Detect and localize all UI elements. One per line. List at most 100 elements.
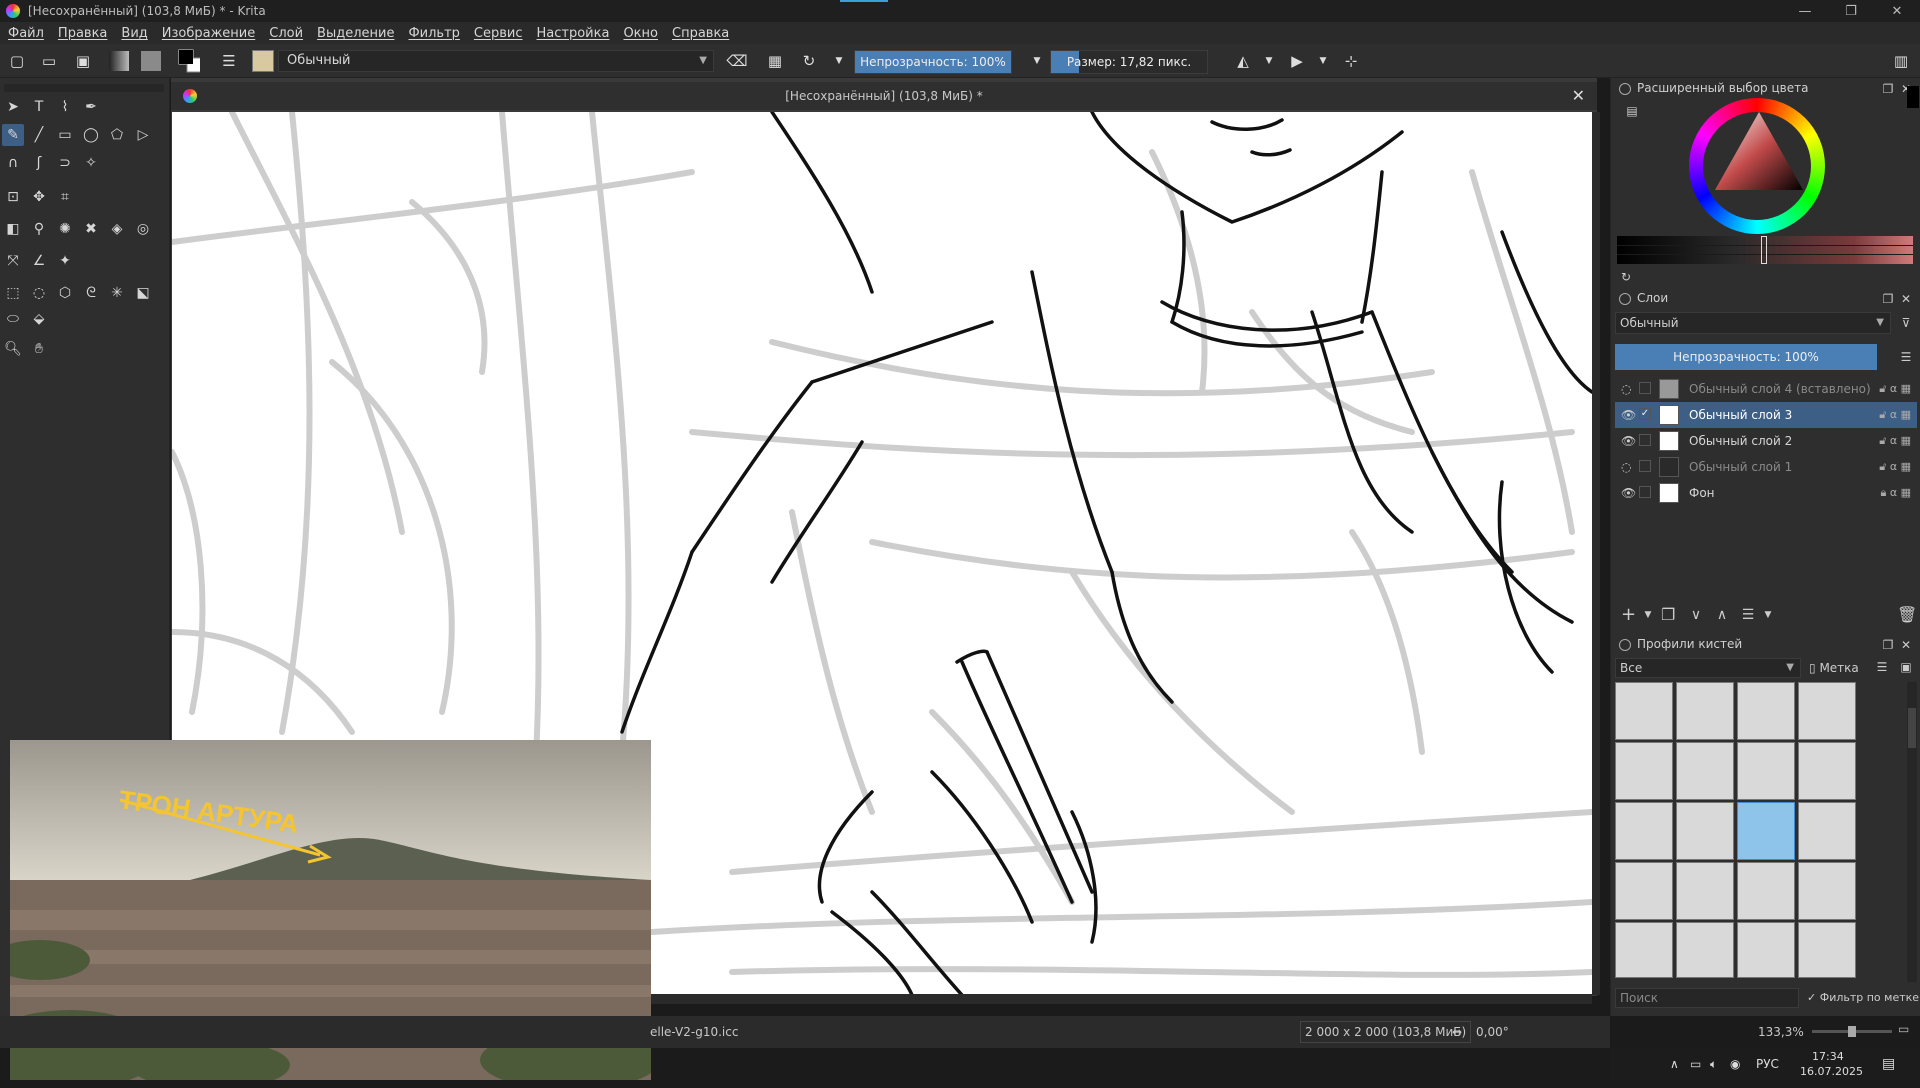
freehand-path-tool-icon[interactable]: ʃ (28, 152, 50, 174)
magnetic-select-tool-icon[interactable]: ⬙ (28, 308, 50, 330)
menu-image[interactable]: Изображение (162, 26, 255, 41)
color-picker-tool-icon[interactable]: ⚲ (28, 218, 50, 240)
brush-preset-tile[interactable] (1737, 922, 1795, 978)
new-document-icon[interactable]: ▢ (6, 50, 28, 72)
reload-dropdown-icon[interactable]: ▼ (828, 50, 850, 72)
gradient-tool-icon[interactable]: ◧ (2, 218, 24, 240)
enclose-fill-tool-icon[interactable]: ◎ (132, 218, 154, 240)
layer-filter-icon[interactable]: ⊽ (1899, 316, 1913, 330)
mirror-vertical-icon[interactable]: ▶ (1286, 50, 1308, 72)
document-tab[interactable]: [Несохранённый] (103,8 МиБ) * ✕ (171, 82, 1597, 110)
blend-mode-select[interactable]: Обычный ▼ (1615, 312, 1891, 334)
layer-checkbox[interactable] (1639, 486, 1651, 498)
mirror-v-dropdown-icon[interactable]: ▼ (1312, 50, 1334, 72)
tray-chevron-icon[interactable]: ∧ (1670, 1048, 1679, 1080)
rectangle-tool-icon[interactable]: ▭ (54, 124, 76, 146)
close-layers-icon[interactable]: ✕ (1899, 292, 1913, 306)
eraser-icon[interactable]: ⌫ (726, 50, 748, 72)
polygon-select-tool-icon[interactable]: ⬡ (54, 282, 76, 304)
brush-preset-tile[interactable] (1798, 922, 1856, 978)
save-document-icon[interactable]: ▣ (72, 50, 94, 72)
brush-tag-select[interactable]: Все ▼ (1615, 658, 1801, 678)
input-language[interactable]: РУС (1756, 1048, 1779, 1080)
layer-flags-icon[interactable]: 🔓︎ α ▦ (1879, 376, 1911, 402)
menu-file[interactable]: Файл (8, 26, 44, 41)
menu-settings[interactable]: Настройка (537, 26, 610, 41)
float-panel-icon[interactable]: ❐ (1881, 82, 1895, 96)
brush-preset-tile[interactable] (1798, 742, 1856, 800)
brush-preset-tile[interactable] (1615, 742, 1673, 800)
text-tool-icon[interactable]: T (28, 96, 50, 118)
move-layer-down-icon[interactable]: ∨ (1689, 608, 1703, 622)
canvas-vertical-scrollbar[interactable] (1592, 112, 1600, 995)
wrap-around-icon[interactable]: ⊹ (1340, 50, 1362, 72)
delete-layer-icon[interactable]: 🗑︎ (1897, 607, 1917, 623)
alpha-lock-icon[interactable]: ▦ (764, 50, 786, 72)
brush-preset-tile[interactable] (1737, 742, 1795, 800)
opacity-dropdown-icon[interactable]: ▼ (1026, 50, 1048, 72)
menu-window[interactable]: Окно (623, 26, 658, 41)
measure-tool-icon[interactable]: ∠ (28, 250, 50, 272)
brush-preset-tile[interactable] (1615, 862, 1673, 920)
brush-preset-tile[interactable] (1676, 862, 1734, 920)
calligraphy-tool-icon[interactable]: ✒ (80, 96, 102, 118)
menu-edit[interactable]: Правка (58, 26, 107, 41)
pan-tool-icon[interactable]: ✋︎ (28, 338, 50, 360)
workspace-icon[interactable]: ▥ (1890, 50, 1912, 72)
brush-preset-tile[interactable] (1676, 742, 1734, 800)
layer-checkbox[interactable] (1639, 382, 1651, 394)
layer-properties-icon[interactable]: ☰ (1741, 608, 1755, 622)
open-document-icon[interactable]: ▭ (38, 50, 60, 72)
brush-preset-select[interactable]: Обычный ▼ (278, 50, 714, 72)
close-brushes-icon[interactable]: ✕ (1899, 638, 1913, 652)
close-window-button[interactable]: ✕ (1874, 0, 1920, 22)
polyline-tool-icon[interactable]: ▷ (132, 124, 154, 146)
float-layers-icon[interactable]: ❐ (1881, 292, 1895, 306)
current-color-swatch[interactable] (1907, 86, 1919, 108)
layer-checkbox[interactable] (1639, 434, 1651, 446)
layer-checkbox[interactable]: ✓ (1639, 408, 1651, 420)
brush-scrollbar[interactable] (1907, 682, 1917, 982)
maximize-button[interactable]: ❐ (1828, 0, 1874, 22)
pattern-icon[interactable] (140, 50, 162, 72)
similar-select-tool-icon[interactable]: ⬕ (132, 282, 154, 304)
layer-flags-icon[interactable]: 🔓︎ α ▦ (1879, 428, 1911, 454)
mirror-h-dropdown-icon[interactable]: ▼ (1258, 50, 1280, 72)
tag-button[interactable]: ▯ Метка (1809, 658, 1859, 678)
color-history-bar[interactable] (1617, 236, 1913, 264)
reference-tool-icon[interactable]: ✦ (54, 250, 76, 272)
select-shape-tool-icon[interactable]: ➤ (2, 96, 24, 118)
rotation-value[interactable]: 0,00° (1476, 1016, 1509, 1048)
layer-flags-icon[interactable]: 🔓︎ α ▦ (1879, 454, 1911, 480)
menu-help[interactable]: Справка (672, 26, 729, 41)
hidden-eye-icon[interactable]: ◌ (1621, 376, 1637, 402)
notifications-icon[interactable]: ▤ (1882, 1048, 1895, 1080)
fill-tool-icon[interactable]: ◈ (106, 218, 128, 240)
fg-bg-color-icon[interactable] (178, 49, 200, 73)
add-layer-dropdown-icon[interactable]: ▼ (1641, 608, 1655, 622)
brush-preset-tile[interactable] (1615, 922, 1673, 978)
brush-preset-tile[interactable] (1615, 682, 1673, 740)
layer-opacity-slider[interactable]: Непрозрачность: 100% (1615, 344, 1877, 370)
layer-checkbox[interactable] (1639, 460, 1651, 472)
colorize-mask-tool-icon[interactable]: ✖ (80, 218, 102, 240)
add-layer-icon[interactable]: + (1621, 606, 1636, 624)
menu-layer[interactable]: Слой (269, 26, 303, 41)
line-tool-icon[interactable]: ╱ (28, 124, 50, 146)
layer-flags-icon[interactable]: 🔒︎ α ▦ (1881, 480, 1912, 506)
move-layer-up-icon[interactable]: ∧ (1715, 608, 1729, 622)
brush-preset-tile[interactable] (1676, 802, 1734, 860)
color-settings-icon[interactable]: ▤ (1625, 104, 1639, 118)
move-tool-icon[interactable]: ✥ (28, 186, 50, 208)
layer-flags-icon[interactable]: 🔓︎ α ▦ (1879, 402, 1911, 428)
dynamic-brush-tool-icon[interactable]: ⊃ (54, 152, 76, 174)
brush-view-icon[interactable]: ☰ (1875, 660, 1889, 674)
menu-tools[interactable]: Сервис (474, 26, 523, 41)
ellipse-select-tool-icon[interactable]: ◌ (28, 282, 50, 304)
menu-filter[interactable]: Фильтр (408, 26, 459, 41)
brush-preset-icon[interactable] (252, 50, 274, 72)
network-icon[interactable]: ▭ (1690, 1048, 1701, 1080)
brush-preset-tile[interactable] (1798, 802, 1856, 860)
float-brushes-icon[interactable]: ❐ (1881, 638, 1895, 652)
image-dimensions[interactable]: 2 000 x 2 000 (103,8 МиБ) (1300, 1021, 1472, 1043)
